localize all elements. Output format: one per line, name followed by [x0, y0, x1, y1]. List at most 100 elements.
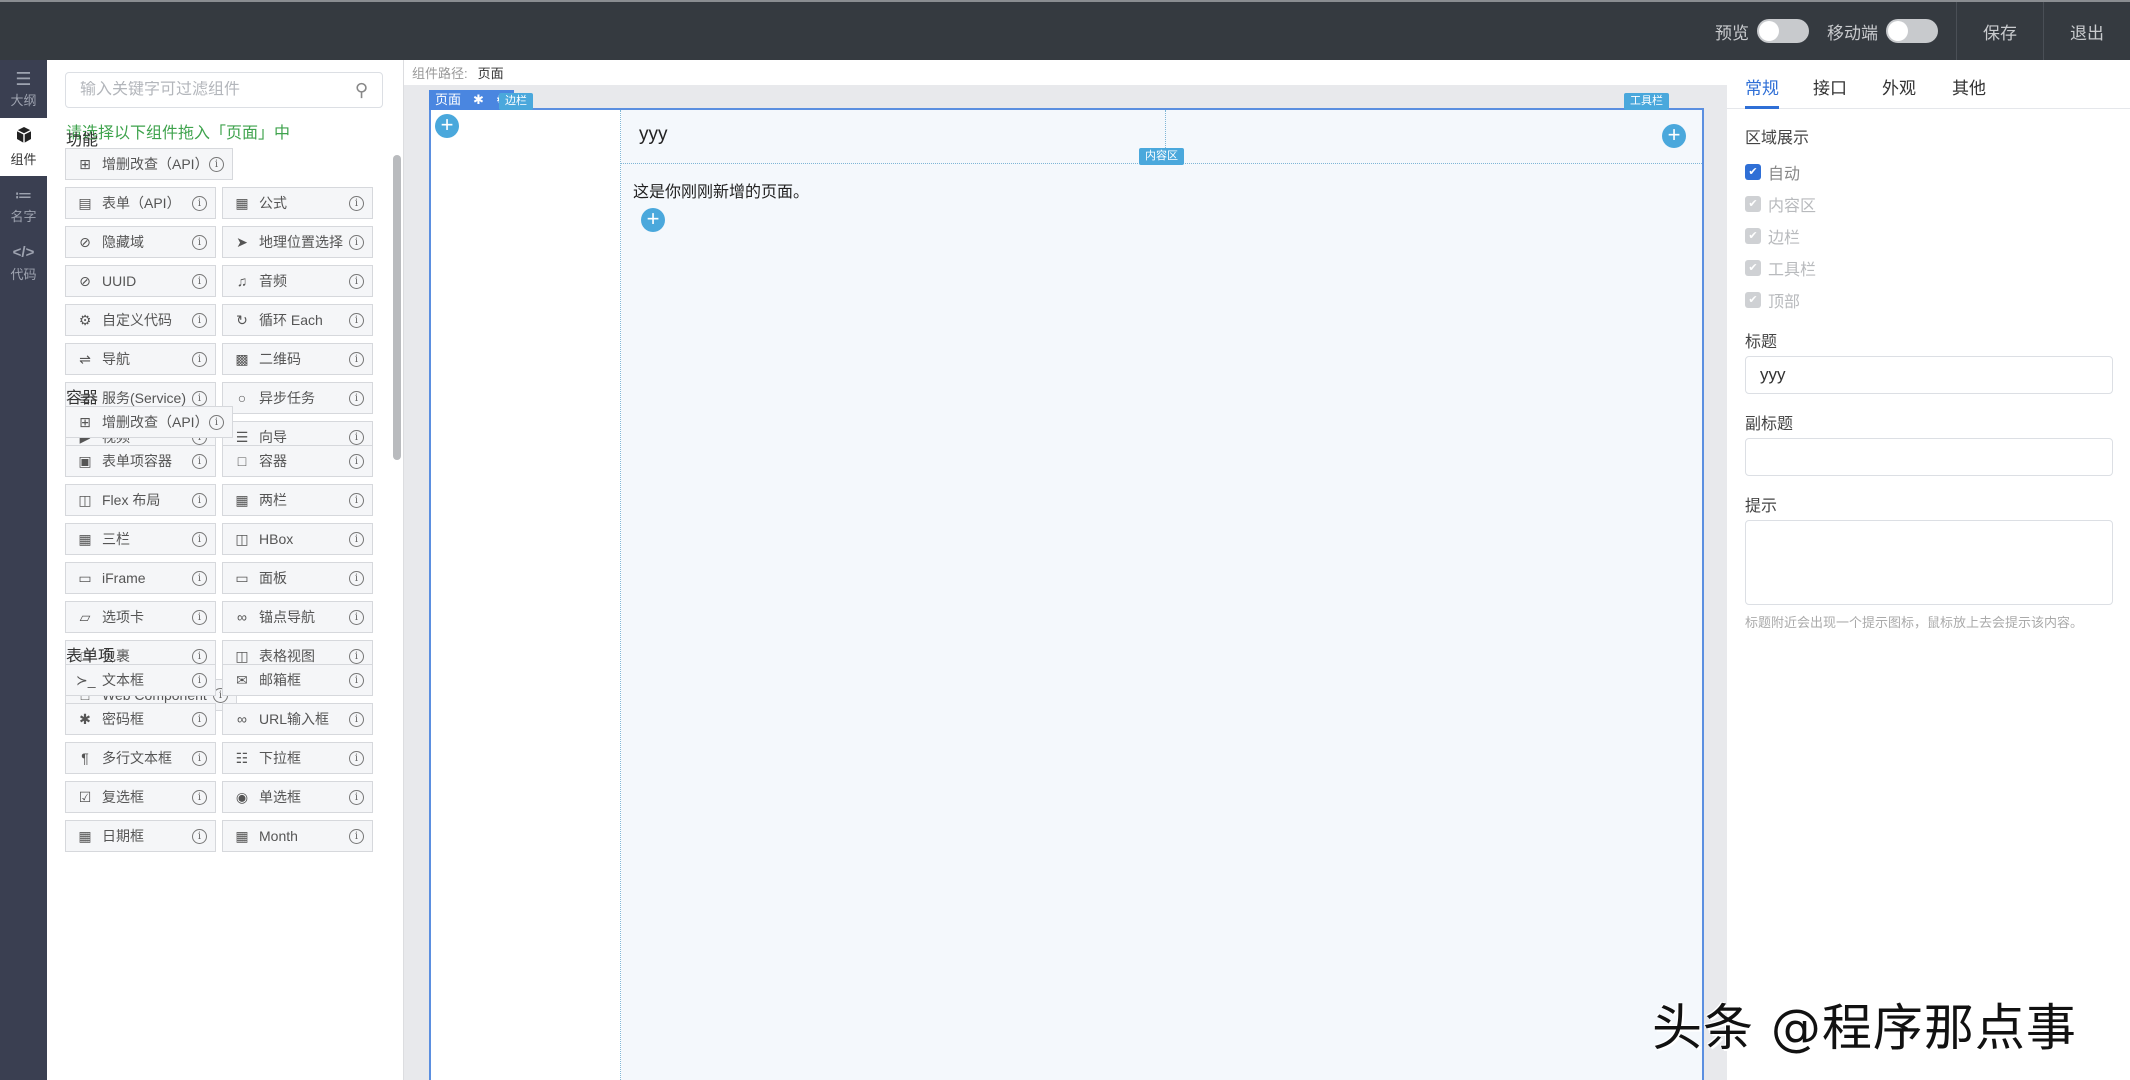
group-title: 表单项: [66, 648, 115, 665]
info-icon[interactable]: i: [192, 312, 207, 328]
component-item[interactable]: ∞ 锚点导航 i: [222, 601, 373, 633]
info-icon[interactable]: i: [349, 390, 364, 406]
panel-scrollbar[interactable]: [393, 155, 401, 460]
component-item[interactable]: ○ 异步任务 i: [222, 382, 373, 414]
info-icon[interactable]: i: [349, 828, 364, 844]
info-icon[interactable]: i: [349, 672, 364, 688]
mobile-toggle[interactable]: [1886, 19, 1938, 43]
component-item[interactable]: ☑ 复选框 i: [65, 781, 216, 813]
exit-button[interactable]: 退出: [2043, 2, 2130, 60]
component-item[interactable]: ▭ iFrame i: [65, 562, 216, 594]
component-item[interactable]: ◉ 单选框 i: [222, 781, 373, 813]
tab-appearance[interactable]: 外观: [1882, 74, 1916, 99]
component-item-label: 复选框: [102, 789, 144, 805]
info-icon[interactable]: i: [349, 492, 364, 508]
tab-general[interactable]: 常规: [1745, 74, 1779, 99]
info-icon[interactable]: i: [349, 570, 364, 586]
info-icon[interactable]: i: [349, 453, 364, 469]
component-item[interactable]: ▦ 两栏 i: [222, 484, 373, 516]
info-icon[interactable]: i: [349, 789, 364, 805]
info-icon[interactable]: i: [192, 570, 207, 586]
info-icon[interactable]: i: [192, 672, 207, 688]
rail-item-code[interactable]: </> 代码: [0, 234, 47, 292]
bug-icon[interactable]: ✱: [473, 90, 484, 110]
info-icon[interactable]: i: [192, 828, 207, 844]
component-item[interactable]: ✱ 密码框 i: [65, 703, 216, 735]
info-icon[interactable]: i: [349, 531, 364, 547]
remark-textarea[interactable]: [1745, 520, 2113, 605]
component-item[interactable]: ⚙ 自定义代码 i: [65, 304, 216, 336]
info-icon[interactable]: i: [349, 351, 364, 367]
info-icon[interactable]: i: [192, 390, 207, 406]
info-icon[interactable]: i: [192, 273, 207, 289]
info-icon[interactable]: i: [192, 492, 207, 508]
tab-other[interactable]: 其他: [1952, 74, 1986, 99]
info-icon[interactable]: i: [192, 453, 207, 469]
info-icon[interactable]: i: [349, 750, 364, 766]
info-icon[interactable]: i: [349, 429, 364, 445]
component-item[interactable]: ▦ 公式 i: [222, 187, 373, 219]
info-icon[interactable]: i: [192, 789, 207, 805]
component-item[interactable]: ▦ 日期框 i: [65, 820, 216, 852]
search-icon[interactable]: ⚲: [355, 80, 368, 101]
region-auto-checkbox[interactable]: ✔ 自动: [1745, 160, 1800, 184]
info-icon[interactable]: i: [349, 648, 364, 664]
info-icon[interactable]: i: [192, 351, 207, 367]
title-input[interactable]: [1745, 356, 2113, 394]
component-item[interactable]: ▭ 面板 i: [222, 562, 373, 594]
component-item[interactable]: ⊞ 增删改查（API） i: [65, 406, 233, 438]
info-icon[interactable]: i: [192, 750, 207, 766]
component-item[interactable]: ▦ 三栏 i: [65, 523, 216, 555]
info-icon[interactable]: i: [349, 609, 364, 625]
info-icon[interactable]: i: [349, 312, 364, 328]
component-item[interactable]: ⊘ UUID i: [65, 265, 216, 297]
add-toolbar-button[interactable]: +: [1662, 124, 1686, 148]
info-icon[interactable]: i: [192, 648, 207, 664]
component-item[interactable]: ≻_ 文本框 i: [65, 664, 216, 696]
component-item[interactable]: ▱ 选项卡 i: [65, 601, 216, 633]
component-item[interactable]: ▣ 表单项容器 i: [65, 445, 216, 477]
rail-item-outline[interactable]: ☰ 大纲: [0, 60, 47, 118]
info-icon[interactable]: i: [349, 234, 364, 250]
component-item[interactable]: ◫ HBox i: [222, 523, 373, 555]
component-path-item[interactable]: 页面: [478, 63, 504, 82]
content-tag: 内容区: [1139, 148, 1184, 165]
info-icon[interactable]: i: [209, 156, 224, 172]
component-item[interactable]: ▦ Month i: [222, 820, 373, 852]
add-content-button[interactable]: +: [641, 208, 665, 232]
page-frame[interactable]: 页面 ✱ ⚙ 边栏 + yyy 工具栏 + 内容区 这是你刚刚新增的页面。 +: [429, 90, 1704, 1080]
component-item[interactable]: ♫ 音频 i: [222, 265, 373, 297]
add-aside-button[interactable]: +: [435, 114, 459, 138]
component-item[interactable]: ▩ 二维码 i: [222, 343, 373, 375]
component-item[interactable]: ⇌ 导航 i: [65, 343, 216, 375]
info-icon[interactable]: i: [192, 711, 207, 727]
component-item[interactable]: ¶ 多行文本框 i: [65, 742, 216, 774]
info-icon[interactable]: i: [349, 273, 364, 289]
page-aside[interactable]: +: [431, 110, 621, 1080]
component-item[interactable]: ∞ URL输入框 i: [222, 703, 373, 735]
subtitle-input[interactable]: [1745, 438, 2113, 476]
component-item[interactable]: ↻ 循环 Each i: [222, 304, 373, 336]
component-item[interactable]: ◫ Flex 布局 i: [65, 484, 216, 516]
info-icon[interactable]: i: [192, 531, 207, 547]
component-item[interactable]: □ 容器 i: [222, 445, 373, 477]
component-item[interactable]: ☷ 下拉框 i: [222, 742, 373, 774]
component-item[interactable]: ⊞ 增删改查（API） i: [65, 148, 233, 180]
preview-toggle[interactable]: [1757, 19, 1809, 43]
component-item[interactable]: ✉ 邮箱框 i: [222, 664, 373, 696]
info-icon[interactable]: i: [192, 234, 207, 250]
component-item[interactable]: ➤ 地理位置选择 i: [222, 226, 373, 258]
page-header[interactable]: yyy 工具栏 + 内容区: [621, 93, 1702, 165]
save-button[interactable]: 保存: [1956, 2, 2043, 60]
rail-item-names[interactable]: ≔ 名字: [0, 176, 47, 234]
rail-item-components[interactable]: 组件: [0, 118, 47, 176]
info-icon[interactable]: i: [349, 711, 364, 727]
tab-api[interactable]: 接口: [1813, 74, 1847, 99]
info-icon[interactable]: i: [192, 609, 207, 625]
info-icon[interactable]: i: [192, 195, 207, 211]
info-icon[interactable]: i: [209, 414, 224, 430]
component-search-input[interactable]: [80, 81, 355, 99]
info-icon[interactable]: i: [349, 195, 364, 211]
component-item[interactable]: ⊘ 隐藏域 i: [65, 226, 216, 258]
component-item[interactable]: ▤ 表单（API） i: [65, 187, 216, 219]
